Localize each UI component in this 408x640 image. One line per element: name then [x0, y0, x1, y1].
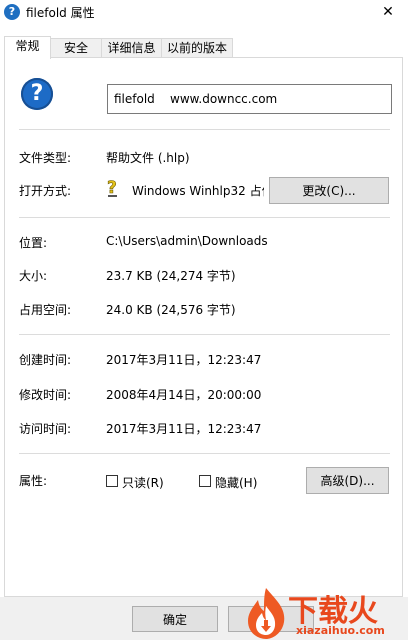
ok-button[interactable]: 确定: [132, 606, 218, 632]
window-title: filefold 属性: [26, 6, 95, 20]
close-icon: ✕: [382, 4, 394, 20]
help-question-icon: ?: [21, 78, 53, 110]
modified-value: 2008年4月14日，20:00:00: [106, 388, 262, 402]
created-label: 创建时间:: [19, 353, 72, 367]
tab-general[interactable]: 常规: [4, 36, 51, 59]
help-file-icon: ?: [4, 4, 20, 20]
flame-logo-icon: [248, 588, 285, 639]
file-name-input[interactable]: [107, 84, 392, 114]
disk-size-label: 占用空间:: [19, 303, 72, 317]
separator: [19, 129, 390, 130]
general-tab-panel: ? 文件类型: 帮助文件 (.hlp) 打开方式: ? Windows Winh…: [4, 57, 403, 597]
size-value: 23.7 KB (24,274 字节): [106, 269, 236, 283]
tab-security[interactable]: 安全: [50, 38, 102, 58]
file-type-label: 文件类型:: [19, 151, 72, 165]
title-bar: ? filefold 属性 ✕: [0, 0, 408, 24]
created-value: 2017年3月11日，12:23:47: [106, 353, 262, 367]
winhlp-question-icon: ?: [107, 178, 117, 198]
modified-label: 修改时间:: [19, 388, 72, 402]
hidden-checkbox[interactable]: [199, 475, 211, 487]
separator: [19, 217, 390, 218]
location-value: C:\Users\admin\Downloads: [106, 234, 268, 248]
hidden-label[interactable]: 隐藏(H): [215, 474, 257, 491]
attributes-label: 属性:: [19, 474, 48, 488]
separator: [19, 453, 390, 454]
open-with-app: Windows Winhlp32 占位: [132, 184, 264, 198]
readonly-checkbox[interactable]: [106, 475, 118, 487]
advanced-button[interactable]: 高级(D)...: [306, 467, 389, 494]
tab-previous-versions[interactable]: 以前的版本: [161, 38, 233, 58]
size-label: 大小:: [19, 269, 48, 283]
open-with-label: 打开方式:: [19, 184, 72, 198]
accessed-value: 2017年3月11日，12:23:47: [106, 422, 262, 436]
disk-size-value: 24.0 KB (24,576 字节): [106, 303, 236, 317]
tab-details[interactable]: 详细信息: [101, 38, 162, 58]
readonly-label[interactable]: 只读(R): [122, 474, 164, 491]
watermark-url: xiazaihuo.com: [296, 624, 385, 637]
tab-strip: 常规 安全 详细信息 以前的版本: [0, 36, 408, 59]
watermark: 下载火 xiazaihuo.com: [242, 586, 408, 640]
close-button[interactable]: ✕: [368, 0, 408, 24]
separator: [19, 334, 390, 335]
change-button[interactable]: 更改(C)...: [269, 177, 389, 204]
file-type-value: 帮助文件 (.hlp): [106, 151, 190, 165]
location-label: 位置:: [19, 236, 48, 250]
accessed-label: 访问时间:: [19, 422, 72, 436]
